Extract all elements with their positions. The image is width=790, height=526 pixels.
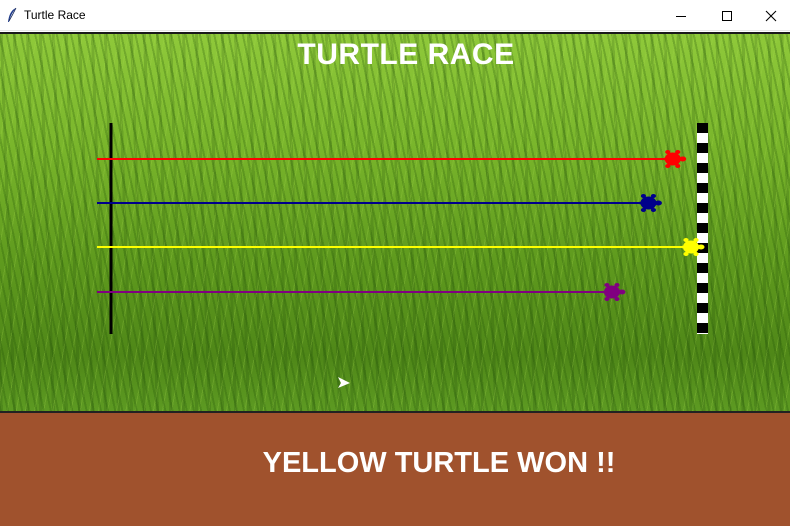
lane-purple bbox=[97, 283, 626, 301]
turtle-red-icon bbox=[660, 150, 687, 168]
race-track bbox=[97, 123, 708, 388]
window-titlebar: Turtle Race bbox=[0, 0, 790, 31]
close-icon bbox=[765, 10, 777, 21]
maximize-icon bbox=[722, 10, 732, 21]
lane-red bbox=[97, 150, 687, 168]
window-title: Turtle Race bbox=[24, 8, 86, 22]
finish-line-square bbox=[697, 323, 708, 333]
minimize-button[interactable] bbox=[658, 0, 704, 31]
maximize-button[interactable] bbox=[704, 0, 750, 31]
finish-line bbox=[697, 123, 708, 334]
close-button[interactable] bbox=[748, 0, 790, 31]
cursor-arrow-icon bbox=[338, 377, 350, 388]
lane-blue bbox=[97, 194, 662, 212]
turtle-blue-icon bbox=[636, 194, 662, 212]
turtle-purple-icon bbox=[599, 283, 626, 301]
minimize-icon bbox=[676, 15, 686, 17]
finish-line-square bbox=[697, 223, 708, 233]
result-panel: YELLOW TURTLE WON !! bbox=[0, 413, 790, 526]
feather-icon bbox=[8, 7, 17, 22]
finish-line-square bbox=[697, 163, 708, 173]
finish-line-square bbox=[697, 203, 708, 213]
finish-line-square bbox=[697, 283, 708, 293]
finish-line-square bbox=[697, 123, 708, 133]
finish-line-square bbox=[697, 263, 708, 273]
finish-line-square bbox=[697, 303, 708, 313]
lane-yellow bbox=[97, 238, 705, 256]
finish-line-square bbox=[697, 143, 708, 153]
race-canvas: TURTLE RACE bbox=[0, 34, 790, 412]
finish-line-square bbox=[697, 183, 708, 193]
winner-message: YELLOW TURTLE WON !! bbox=[262, 447, 616, 479]
